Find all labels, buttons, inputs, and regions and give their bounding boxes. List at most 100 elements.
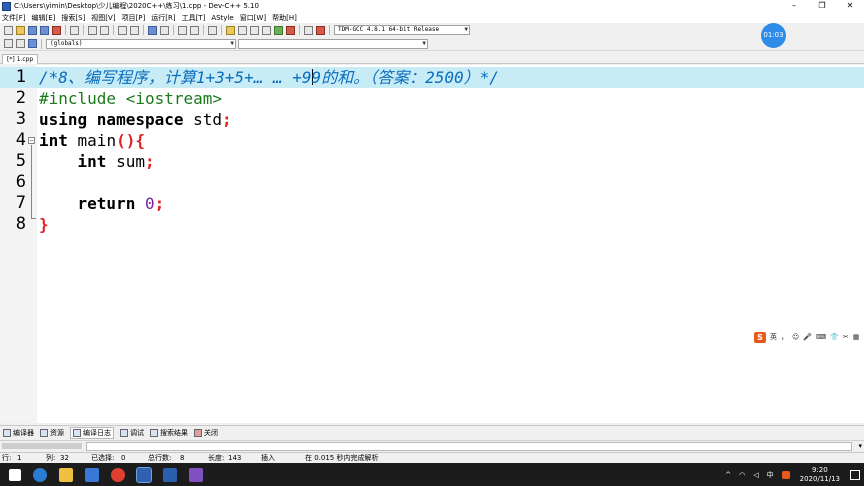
edge-browser-icon[interactable] <box>33 467 47 482</box>
tray-chevron-icon[interactable]: ^ <box>725 471 731 479</box>
menu-file[interactable]: 文件[F] <box>2 13 26 23</box>
close-button[interactable]: ✕ <box>836 0 864 12</box>
symbol: ; <box>154 194 165 213</box>
minimize-button[interactable]: – <box>780 0 808 12</box>
volume-icon[interactable]: ◁ <box>753 471 758 479</box>
identifier: main <box>67 131 117 150</box>
new-project-icon[interactable] <box>148 25 157 35</box>
status-sel: 0 <box>121 454 126 462</box>
scroll-thumb[interactable] <box>2 443 82 449</box>
menu-run[interactable]: 运行[R] <box>151 13 175 23</box>
symbol-select[interactable]: ▼ <box>238 38 428 49</box>
ime-language[interactable]: 英 <box>770 332 777 342</box>
keyword: int <box>39 131 68 150</box>
insert-icon[interactable] <box>4 39 13 48</box>
compile-run-icon[interactable] <box>250 25 259 35</box>
tab-debug[interactable]: 调试 <box>120 428 144 438</box>
store-icon[interactable] <box>85 467 99 482</box>
devcpp-taskbar-icon[interactable] <box>136 466 152 483</box>
status-sel-label: 已选择: <box>91 454 115 462</box>
check-syntax-icon[interactable] <box>274 25 283 35</box>
sogou-tray-icon[interactable] <box>781 470 790 479</box>
chart-icon[interactable] <box>304 25 313 35</box>
panel-field <box>86 442 852 451</box>
keyword: using namespace <box>39 110 184 129</box>
replace-icon[interactable] <box>130 25 139 35</box>
save-icon[interactable] <box>28 25 37 35</box>
ime-keyboard-icon[interactable]: ⌨ <box>816 333 826 341</box>
sogou-logo-icon[interactable]: S <box>754 331 766 343</box>
indent-icon[interactable] <box>178 25 187 35</box>
horizontal-scrollbar[interactable]: ▾ <box>0 440 864 451</box>
tab-1-cpp[interactable]: [*] 1.cpp <box>2 54 39 64</box>
menu-help[interactable]: 帮助[H] <box>272 13 297 23</box>
bookmark-icon[interactable] <box>208 25 217 35</box>
status-bar: 行: 1 列: 32 已选择: 0 总行数: 8 长度: 143 插入 在 0.… <box>0 452 864 463</box>
rebuild-icon[interactable] <box>262 25 271 35</box>
menu-project[interactable]: 项目[P] <box>122 13 146 23</box>
print-icon[interactable] <box>70 25 79 35</box>
ime-punct-icon[interactable]: ， <box>781 332 788 342</box>
line-number: 6 <box>15 172 26 192</box>
menu-window[interactable]: 窗口[W] <box>240 13 266 23</box>
network-icon[interactable]: ◠ <box>739 471 745 479</box>
menu-astyle[interactable]: AStyle <box>211 14 233 22</box>
ime-tray-lang[interactable]: 中 <box>767 470 774 480</box>
code-editor[interactable]: 1 /*8、编写程序，计算1+3+5+… … +99的和。（答案：2500）*/… <box>0 65 864 423</box>
restore-button[interactable]: ❐ <box>808 0 836 12</box>
menu-edit[interactable]: 编辑[E] <box>32 13 56 23</box>
code-text: using namespace std; <box>39 109 232 130</box>
tab-compile-log[interactable]: 编译日志 <box>70 426 114 439</box>
undo-icon[interactable] <box>88 25 97 35</box>
chrome-icon[interactable] <box>111 467 125 482</box>
toggle-bookmark-icon[interactable] <box>16 39 25 48</box>
new-file-icon[interactable] <box>4 25 13 35</box>
ime-emoji-icon[interactable]: ☺ <box>792 333 799 341</box>
close-file-icon[interactable] <box>52 25 61 35</box>
player-icon[interactable] <box>189 467 203 482</box>
menu-view[interactable]: 视图[V] <box>91 13 115 23</box>
toolbar-separator <box>65 25 66 35</box>
ime-tools-icon[interactable]: ✂ <box>843 333 849 341</box>
save-all-icon[interactable] <box>40 25 49 35</box>
tab-close[interactable]: 关闭 <box>194 428 218 438</box>
word-icon[interactable] <box>163 467 177 482</box>
open-file-icon[interactable] <box>16 25 25 35</box>
timer-badge[interactable]: 01:03 <box>761 23 786 48</box>
windows-start-icon[interactable] <box>9 468 21 481</box>
ime-menu-icon[interactable]: ▦ <box>853 333 860 341</box>
file-explorer-icon[interactable] <box>59 467 73 482</box>
line-number: 8 <box>15 214 26 234</box>
project-options-icon[interactable] <box>160 25 169 35</box>
code-line-6: 6 <box>0 172 864 193</box>
number-literal: 0 <box>144 194 155 213</box>
unindent-icon[interactable] <box>190 25 199 35</box>
notification-icon[interactable] <box>850 469 860 480</box>
line-number: 2 <box>15 88 26 108</box>
clock[interactable]: 9:20 2020/11/13 <box>800 466 840 484</box>
compile-icon[interactable] <box>226 25 235 35</box>
menu-search[interactable]: 搜索[S] <box>61 13 85 23</box>
devcpp-app-icon <box>2 1 11 11</box>
chevron-down-icon[interactable]: ▾ <box>858 441 862 452</box>
scope-select[interactable]: (globals) ▼ <box>46 38 236 49</box>
tab-compiler[interactable]: 编译器 <box>3 428 34 438</box>
ime-voice-icon[interactable]: 🎤 <box>803 333 812 341</box>
stop-execution-icon[interactable] <box>286 25 295 35</box>
tab-search-results[interactable]: 搜索结果 <box>150 428 188 438</box>
goto-bookmark-icon[interactable] <box>28 39 37 48</box>
fold-toggle-icon[interactable]: − <box>28 137 35 144</box>
run-icon[interactable] <box>238 25 247 35</box>
compiler-select[interactable]: TDM-GCC 4.8.1 64-bit Release ▼ <box>334 25 470 35</box>
redo-icon[interactable] <box>100 25 109 35</box>
tab-label: 编译日志 <box>83 428 111 437</box>
menu-tools[interactable]: 工具[T] <box>182 13 206 23</box>
tab-resources[interactable]: 资源 <box>40 428 64 438</box>
profile-icon[interactable] <box>316 25 325 35</box>
find-icon[interactable] <box>118 25 127 35</box>
ime-skin-icon[interactable]: 👕 <box>830 333 839 341</box>
status-col: 32 <box>60 454 69 462</box>
system-tray: ^ ◠ ◁ 中 9:20 2020/11/13 <box>721 463 864 486</box>
status-row-label: 行: <box>2 454 12 462</box>
